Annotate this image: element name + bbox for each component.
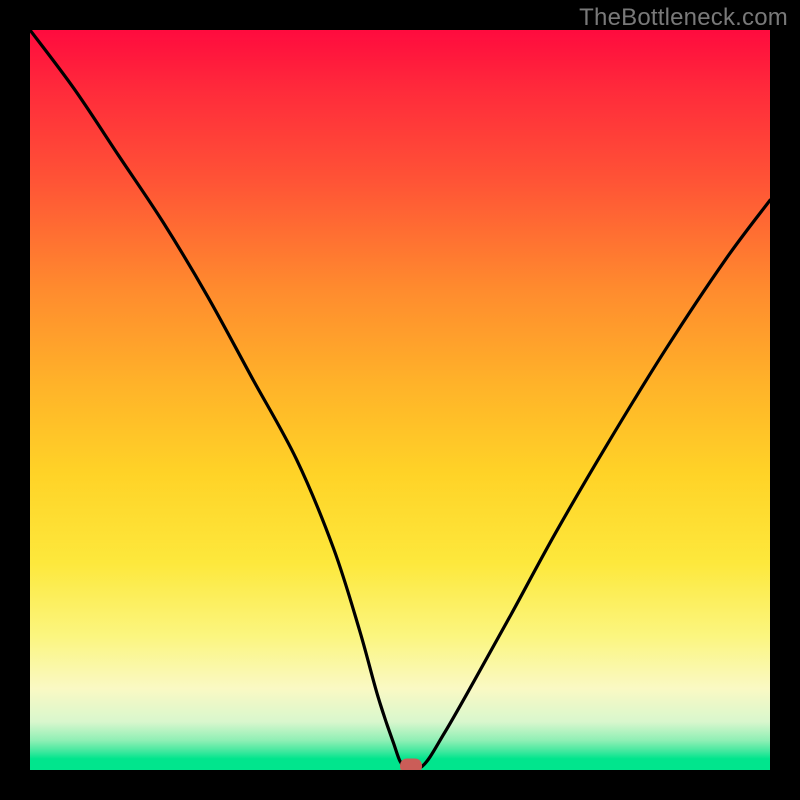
watermark-text: TheBottleneck.com — [579, 4, 788, 32]
optimal-point-marker — [400, 759, 422, 770]
curve-svg — [30, 30, 770, 770]
chart-frame: TheBottleneck.com — [0, 0, 800, 800]
bottleneck-curve — [30, 30, 770, 770]
plot-area — [30, 30, 770, 770]
